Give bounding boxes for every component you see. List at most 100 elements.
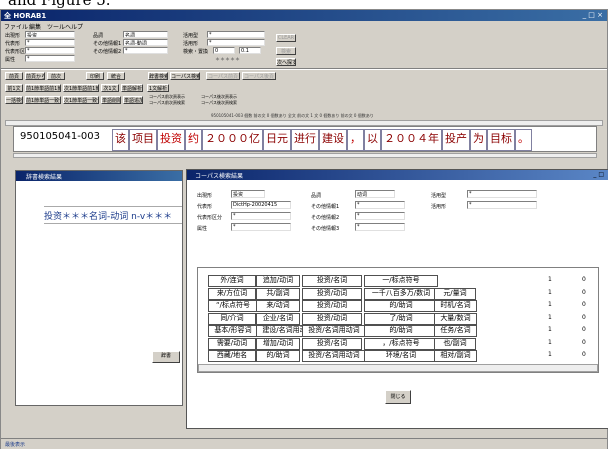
tb-batch-search[interactable]: 一括検索 <box>5 96 23 104</box>
tb-merge[interactable]: 統合 <box>107 72 125 80</box>
dlg-surface-label: 出現形 <box>197 193 213 199</box>
sentence-token[interactable]: 投资 <box>157 129 185 151</box>
dlg-o2-input[interactable]: * <box>355 212 405 220</box>
tb-next-sentence[interactable]: 次1文 <box>101 84 119 92</box>
sentence-token[interactable]: ２００４年 <box>381 129 442 151</box>
dict-result-titlebar: 辞書検索結果 <box>16 171 182 181</box>
type-label: 属性 <box>5 57 16 63</box>
menu-help[interactable]: ヘルプ <box>65 22 83 31</box>
class-input[interactable]: * <box>25 47 75 54</box>
sentence-token[interactable]: 。 <box>515 129 532 151</box>
tb-prev-batch[interactable]: 前1節単語一致一括 <box>25 96 61 104</box>
tb-corpus-next[interactable]: コーパス後頁 <box>242 72 276 80</box>
kwic-grid: 外/连词 追加/动词 投资/名词 一/标点符号 1 0 来/方位词 共/副词 投资/动词 一千八百… <box>197 267 599 373</box>
tb-word-add[interactable]: 単語追加 <box>123 96 143 104</box>
dialog-close-button[interactable]: 閉じる <box>385 390 411 404</box>
other2-label: その他情報2 <box>93 49 122 55</box>
tb-sentence-analysis[interactable]: 1文解析 <box>147 84 169 92</box>
kwic-cell: 西藏/地名 <box>208 350 256 362</box>
clear-button[interactable]: CLEAR <box>276 34 296 42</box>
cond2-input[interactable]: 0.1 <box>239 47 261 54</box>
dlg-class-input[interactable]: * <box>231 212 291 220</box>
sentence-token[interactable]: 约 <box>185 129 202 151</box>
radio-d[interactable]: コーパス後次頁検索 <box>201 100 237 106</box>
menu-edit[interactable]: 編集 <box>29 22 41 31</box>
tb-prev-page[interactable]: 前頁 <box>5 72 23 80</box>
next-button[interactable]: 次へ探す <box>276 58 296 66</box>
dlg-base-input[interactable]: DictHp-20020415 <box>231 201 291 209</box>
dialog-close-icon[interactable]: _ □ <box>593 171 604 178</box>
sentence-token[interactable]: ， <box>347 129 364 151</box>
dict-result-entry[interactable]: 投资＊＊＊名词-动词 n-v＊＊＊ <box>44 206 182 224</box>
kwic-row[interactable]: “/标点符号 来/动词 投资/动词 的/助词 时机/名词 1 0 <box>198 299 598 312</box>
sentence-token[interactable]: ２０００亿 <box>202 129 263 151</box>
kwic-cell: 来/方位词 <box>208 287 256 300</box>
dict-side-button[interactable]: 辞書 <box>152 351 180 363</box>
radio-c[interactable]: コーパス前次頁検索 <box>149 100 185 106</box>
sentence-token[interactable]: 项目 <box>129 129 157 151</box>
grid-hscroll[interactable] <box>198 364 598 372</box>
useform-select[interactable]: * <box>207 39 265 46</box>
search-button[interactable]: 検索 <box>276 47 296 55</box>
kwic-cell: 增加/动词 <box>256 337 300 350</box>
tb-next-clause[interactable]: 次1節単語前1節 <box>63 84 99 92</box>
corpus-input[interactable]: 投资 <box>25 31 75 38</box>
usetype-select[interactable]: * <box>207 31 265 38</box>
tb-prev-next[interactable]: 前次 <box>47 72 65 80</box>
tb-print[interactable]: 印刷 <box>86 72 104 80</box>
useform-label: 活用形 <box>183 41 199 47</box>
kwic-cell: 大量/数词 <box>434 312 477 325</box>
kwic-cell: 的/助词 <box>256 350 300 362</box>
tb-corpus-search[interactable]: コーパス検索 <box>170 72 200 80</box>
menu-file[interactable]: ファイル <box>4 22 28 31</box>
kwic-row[interactable]: 来/方位词 共/副词 投资/动词 一千八百多万/数词 元/量词 1 0 <box>198 287 598 300</box>
dlg-surface-input[interactable]: 投资 <box>231 190 265 198</box>
corpus-label: 出現形 <box>5 33 21 39</box>
kwic-row[interactable]: 同/介词 企业/名词 投资/动词 了/助词 大量/数词 1 0 <box>198 312 598 325</box>
sentence-token[interactable]: 投产 <box>442 129 470 151</box>
kwic-row[interactable]: 外/连词 追加/动词 投资/名词 一/标点符号 1 0 <box>198 274 598 287</box>
kwic-count: 1 <box>548 276 552 283</box>
dlg-o3-input[interactable]: * <box>355 223 405 231</box>
sentence-token[interactable]: 为 <box>470 129 487 151</box>
kwic-cell: 的/助词 <box>364 300 438 312</box>
kwic-cell: 相对/副词 <box>434 350 477 362</box>
dlg-ut-input[interactable]: * <box>467 190 537 198</box>
tb-next-batch[interactable]: 次1節単語一致一括 <box>63 96 99 104</box>
sentence-token[interactable]: 目标 <box>487 129 515 151</box>
dialog-titlebar: コーパス検索結果 _ □ <box>187 170 608 180</box>
sentence-token[interactable]: 进行 <box>291 129 319 151</box>
kwic-cell: “/标点符号 <box>208 300 258 312</box>
kwic-cell: 追加/动词 <box>256 275 300 287</box>
dlg-pos-input[interactable]: 动词 <box>355 190 395 198</box>
sentence-token[interactable]: 以 <box>364 129 381 151</box>
kwic-count2: 0 <box>582 276 586 283</box>
sentence-token[interactable]: 建设 <box>319 129 347 151</box>
pos-select[interactable]: 名詞 <box>123 31 168 38</box>
kwic-row[interactable]: 西藏/地名 的/助词 投资/名词用动词 环境/名词 相对/副词 1 0 <box>198 349 598 362</box>
dlg-o1-input[interactable]: * <box>355 201 405 209</box>
dlg-uf-input[interactable]: * <box>467 201 537 209</box>
kwic-cell: 企业/名词 <box>256 312 300 325</box>
tb-word-delete[interactable]: 単語削除 <box>101 96 121 104</box>
tb-word-analysis[interactable]: 単語解析 <box>121 84 143 92</box>
tb-prev-from[interactable]: 前頁から <box>25 72 45 80</box>
sentence-token[interactable]: 日元 <box>263 129 291 151</box>
kwic-row[interactable]: 需要/动词 增加/动词 投资/名词 ，/标点符号 也/副词 1 0 <box>198 337 598 350</box>
tb-prev-clause[interactable]: 前1節単語前1節 <box>25 84 61 92</box>
other2-select[interactable]: * <box>123 47 168 54</box>
kwic-row[interactable]: 基本/形容词 建设/名词用动词 投资/名词用动词 的/助词 任务/名词 1 0 <box>198 324 598 337</box>
tb-dict-search[interactable]: 辞書検索 <box>148 72 168 80</box>
kwic-cell: 环境/名词 <box>364 350 438 362</box>
sentence-token[interactable]: 该 <box>112 129 129 151</box>
menu-tools[interactable]: ツール <box>47 22 65 31</box>
window-controls[interactable]: _ □ × <box>583 11 603 19</box>
other1-select[interactable]: 名詞-動詞 <box>123 39 168 46</box>
tb-corpus-prev[interactable]: コーパス前頁 <box>206 72 240 80</box>
type-input[interactable]: * <box>25 55 75 62</box>
dlg-attr-input[interactable]: * <box>231 223 291 231</box>
tb-prev-sentence[interactable]: 前1文 <box>5 84 23 92</box>
base-input[interactable]: * <box>25 39 75 46</box>
cond-input[interactable]: 0 <box>213 47 235 54</box>
strip-scrollbar[interactable] <box>13 153 597 158</box>
